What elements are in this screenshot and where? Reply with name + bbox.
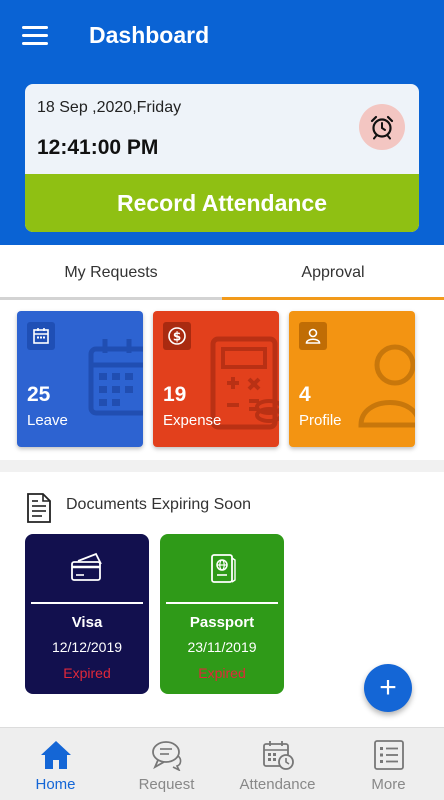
- nav-request[interactable]: Request: [111, 728, 222, 800]
- nav-attendance-label: Attendance: [239, 776, 316, 793]
- nav-more-label: More: [371, 776, 406, 793]
- attendance-card: 18 Sep ,2020,Friday 12:41:00 PM Record A…: [25, 84, 419, 232]
- user-watermark-icon: [358, 344, 415, 428]
- home-icon: [40, 741, 71, 769]
- expense-label: Expense: [163, 412, 222, 429]
- attendance-date: 18 Sep ,2020,Friday: [37, 99, 182, 116]
- passport-date: 23/11/2019: [187, 639, 257, 655]
- passport-icon: [211, 554, 236, 583]
- passport-name: Passport: [189, 614, 255, 631]
- calendar-clock-icon: [262, 741, 294, 770]
- passport-document-card[interactable]: Passport 23/11/2019 Expired: [160, 534, 284, 694]
- visa-card-divider: [31, 602, 143, 604]
- list-icon: [373, 740, 404, 770]
- nav-home[interactable]: Home: [0, 728, 111, 800]
- chat-bubbles-icon: [151, 741, 181, 771]
- profile-tile[interactable]: 4 Profile: [289, 311, 415, 447]
- expense-coin-icon: $: [163, 322, 191, 350]
- passport-card-divider: [166, 602, 278, 604]
- tab-approval[interactable]: Approval: [222, 245, 444, 300]
- nav-request-label: Request: [138, 776, 195, 793]
- credit-card-icon: [71, 552, 102, 581]
- alarm-clock-icon: [370, 115, 394, 140]
- expense-count: 19: [163, 383, 187, 406]
- documents-title: Documents Expiring Soon: [66, 496, 251, 513]
- visa-date: 12/12/2019: [51, 639, 123, 655]
- profile-label: Profile: [299, 412, 342, 429]
- tab-my-requests[interactable]: My Requests: [0, 245, 222, 300]
- attendance-time: 12:41:00 PM: [37, 136, 159, 159]
- request-tabs: My Requests Approval: [0, 245, 444, 300]
- svg-text:$: $: [173, 330, 181, 344]
- nav-more[interactable]: More: [333, 728, 444, 800]
- nav-attendance[interactable]: Attendance: [222, 728, 333, 800]
- alarm-button[interactable]: [359, 104, 405, 150]
- visa-document-card[interactable]: Visa 12/12/2019 Expired: [25, 534, 149, 694]
- page-title: Dashboard: [89, 22, 210, 48]
- add-fab-button[interactable]: +: [364, 664, 412, 712]
- summary-tiles: 25 Leave $ 19 Expense 4 Profile: [0, 300, 444, 460]
- bottom-navigation: Home Request Attendance More: [0, 727, 444, 800]
- visa-name: Visa: [71, 614, 103, 631]
- hamburger-menu-icon[interactable]: [22, 26, 48, 46]
- section-divider: [0, 460, 444, 472]
- profile-count: 4: [299, 383, 311, 406]
- leave-label: Leave: [27, 412, 68, 429]
- expense-tile[interactable]: $ 19 Expense: [153, 311, 279, 447]
- calendar-watermark-icon: [88, 339, 143, 416]
- leave-count: 25: [27, 383, 51, 406]
- user-icon: [299, 322, 327, 350]
- record-attendance-button[interactable]: Record Attendance: [25, 174, 419, 232]
- app-header: Dashboard 18 Sep ,2020,Friday 12:41:00 P…: [0, 0, 444, 245]
- calendar-icon: [27, 322, 55, 350]
- leave-tile[interactable]: 25 Leave: [17, 311, 143, 447]
- nav-home-label: Home: [35, 776, 76, 793]
- document-icon: [27, 493, 51, 523]
- visa-status: Expired: [63, 665, 111, 681]
- passport-status: Expired: [198, 665, 246, 681]
- plus-icon: +: [379, 671, 397, 704]
